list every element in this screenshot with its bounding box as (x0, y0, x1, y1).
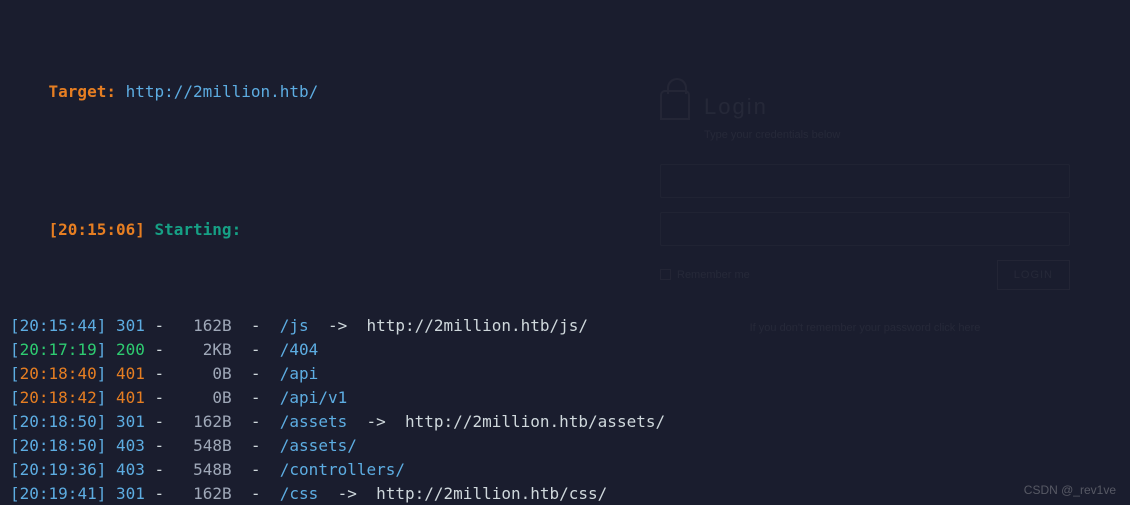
scan-result-row: [20:15:44] 301 - 162B - /js -> http://2m… (10, 314, 1120, 338)
scan-result-row: [20:18:40] 401 - 0B - /api (10, 362, 1120, 386)
scan-result-row: [20:18:50] 301 - 162B - /assets -> http:… (10, 410, 1120, 434)
start-label: Starting: (155, 220, 242, 239)
scan-result-row: [20:19:36] 403 - 548B - /controllers/ (10, 458, 1120, 482)
scan-result-row: [20:18:50] 403 - 548B - /assets/ (10, 434, 1120, 458)
watermark: CSDN @_rev1ve (1024, 481, 1116, 499)
start-timestamp: [20:15:06] (49, 220, 145, 239)
target-label: Target: (49, 82, 116, 101)
target-url: http://2million.htb/ (126, 82, 319, 101)
scan-result-row: [20:18:42] 401 - 0B - /api/v1 (10, 386, 1120, 410)
scan-result-row: [20:19:41] 301 - 162B - /css -> http://2… (10, 482, 1120, 505)
terminal-output: Target: http://2million.htb/ [20:15:06] … (0, 0, 1130, 505)
scan-result-row: [20:17:19] 200 - 2KB - /404 (10, 338, 1120, 362)
